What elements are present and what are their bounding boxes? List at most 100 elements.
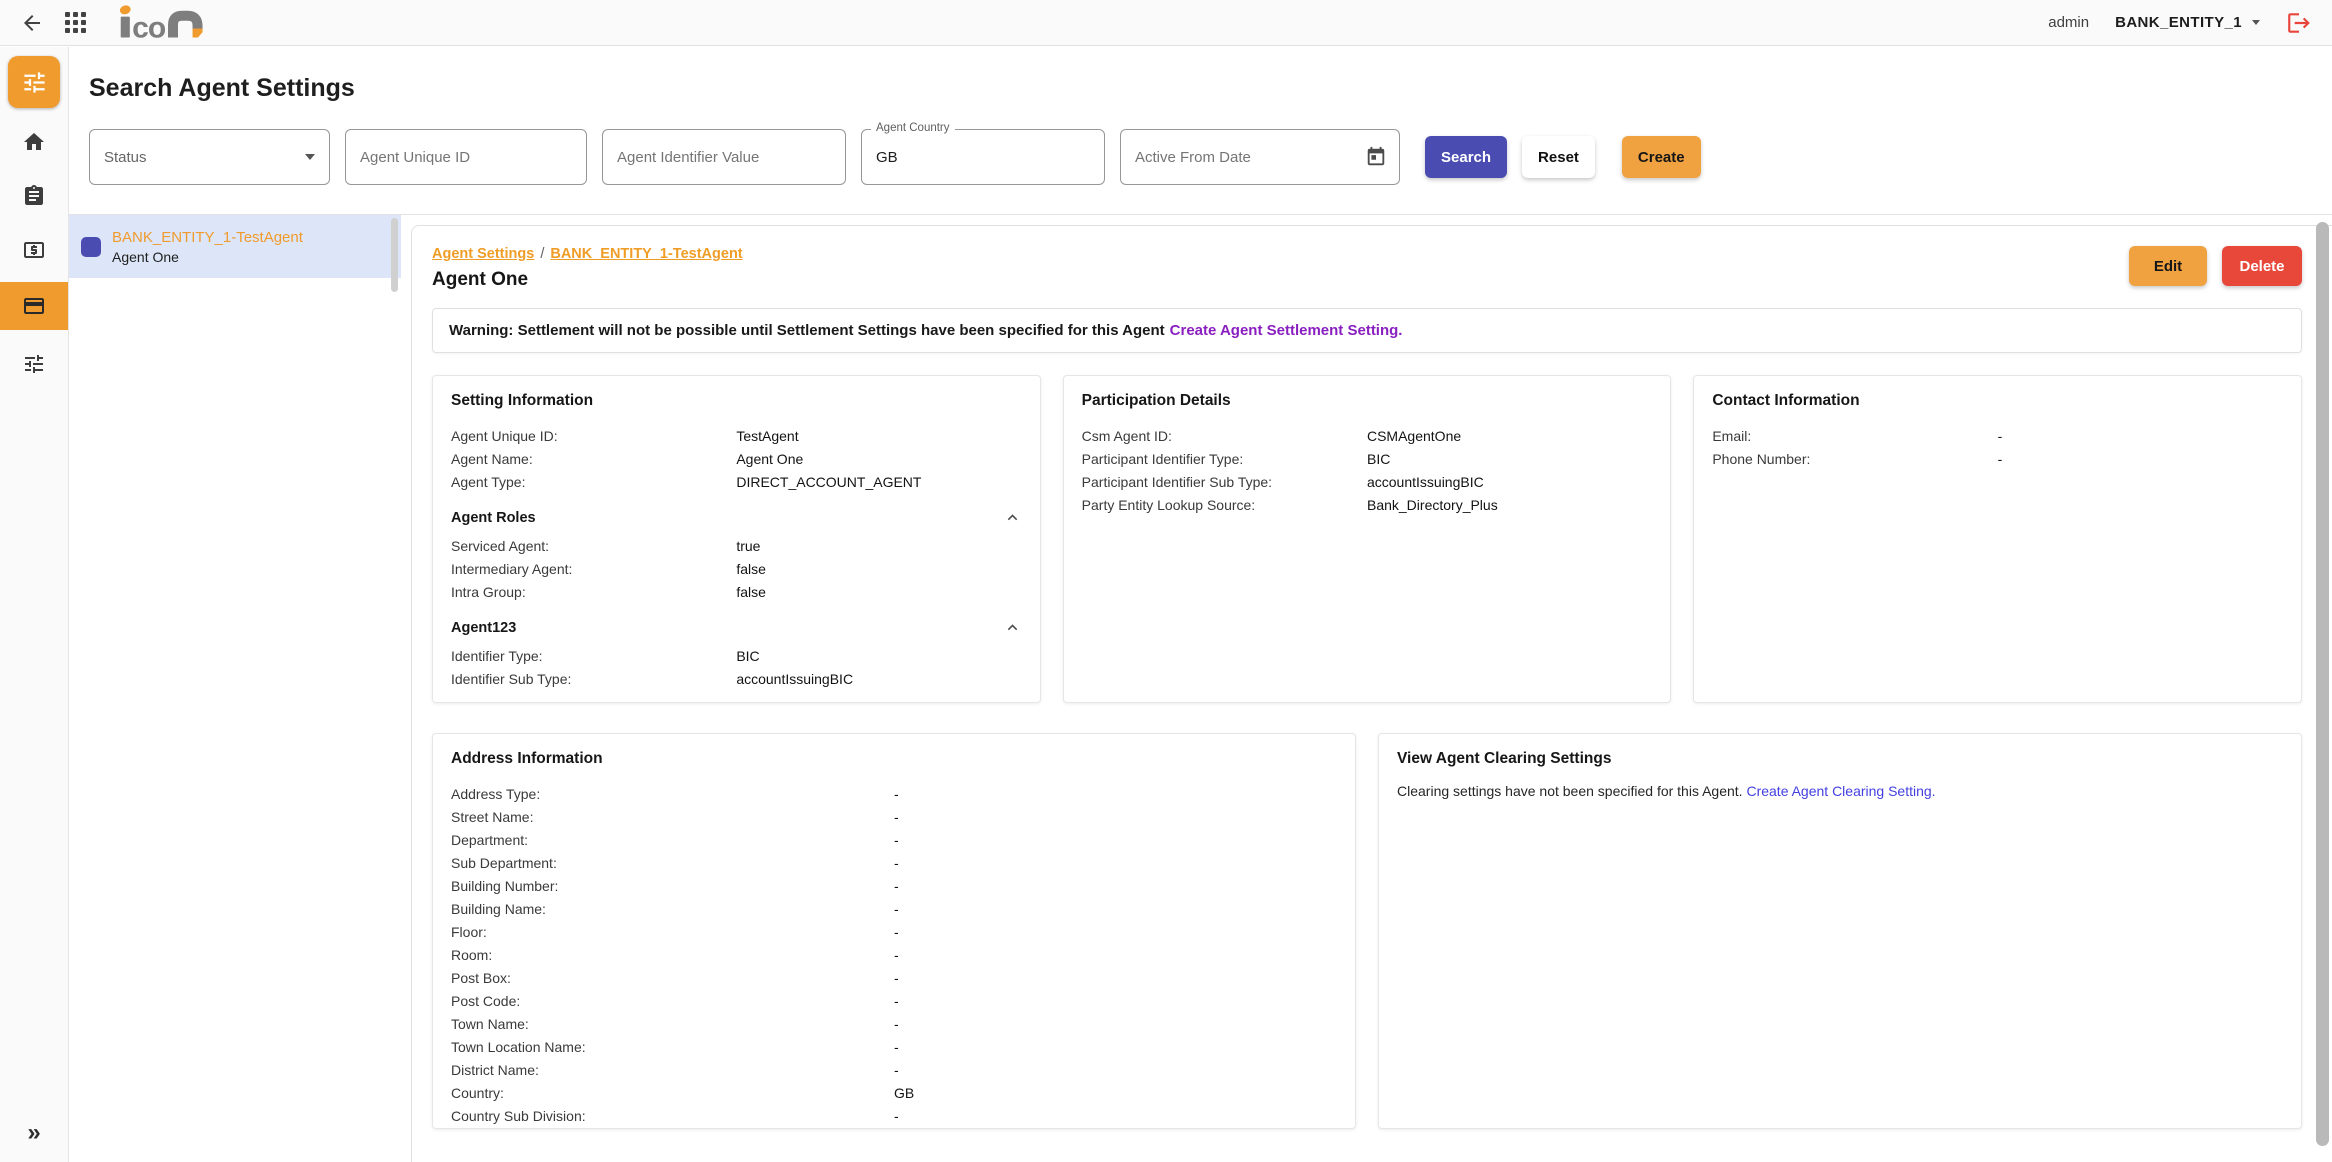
detail-row: Building Number:- [451,875,1337,898]
detail-cards-row-2: Address Information Address Type:- Stree… [432,733,2302,1129]
detail-row: Address Type:- [451,783,1337,806]
agent-list-item-name: Agent One [112,249,303,265]
contact-information-rows: Email:- Phone Number:- [1712,425,2283,471]
detail-row: Country:GB [451,1082,1337,1105]
agent-country-value: GB [876,149,898,166]
page-header: Search Agent Settings Status Agent Count… [69,47,2332,215]
detail-row: Agent Unique ID:TestAgent [451,425,1022,448]
clipboard-icon [22,184,46,208]
active-from-date-field[interactable]: Active From Date [1120,129,1400,185]
logout-button[interactable] [2286,10,2312,36]
chevron-up-icon[interactable] [1003,508,1022,527]
detail-row: Identifier Type:BIC [451,645,1022,668]
topbar-right: admin BANK_ENTITY_1 [2048,10,2312,36]
search-button[interactable]: Search [1425,136,1507,178]
logout-icon [2286,10,2312,36]
rail-item-tasks[interactable] [0,176,68,216]
detail-actions: Edit Delete [2129,246,2302,286]
card-title: Setting Information [451,392,1022,410]
back-button[interactable] [20,11,44,35]
agent-unique-id-input[interactable] [345,129,587,185]
icon-logo: co [117,3,209,43]
detail-row: Identifier Sub Type:accountIssuingBIC [451,668,1022,691]
detail-row: Serviced Agent:true [451,535,1022,558]
page-title: Search Agent Settings [89,74,2312,103]
chevron-up-icon[interactable] [1003,618,1022,637]
section-title: Agent123 [451,620,516,636]
setting-information-card: Setting Information Agent Unique ID:Test… [432,375,1041,703]
credit-card-icon [22,294,46,318]
address-information-card: Address Information Address Type:- Stree… [432,733,1356,1129]
rail-item-settings[interactable] [0,344,68,384]
warning-text: Warning: Settlement will not be possible… [449,322,1165,339]
contact-information-card: Contact Information Email:- Phone Number… [1693,375,2302,703]
results-body: BANK_ENTITY_1-TestAgent Agent One Agent … [69,215,2332,1162]
user-label: admin [2048,14,2089,31]
filter-bar: Status Agent Country GB Active From Date… [89,129,2312,185]
detail-row: Csm Agent ID:CSMAgentOne [1082,425,1653,448]
logo-letters: co [132,11,166,42]
cash-icon [22,238,46,262]
detail-row: Post Box:- [451,967,1337,990]
detail-row: Sub Department:- [451,852,1337,875]
reset-button[interactable]: Reset [1522,136,1595,178]
detail-row: Intermediary Agent:false [451,558,1022,581]
setting-information-rows: Agent Unique ID:TestAgent Agent Name:Age… [451,425,1022,494]
status-select[interactable]: Status [89,129,330,185]
entity-selector[interactable]: BANK_ENTITY_1 [2115,14,2260,31]
tune-icon [21,69,48,96]
card-title: Participation Details [1082,392,1653,410]
rail-item-payments[interactable] [0,230,68,270]
detail-cards-row-1: Setting Information Agent Unique ID:Test… [432,375,2302,703]
address-information-rows: Address Type:- Street Name:- Department:… [451,783,1337,1128]
detail-row: Town Location Name:- [451,1036,1337,1059]
agent-identifier-value-input[interactable] [602,129,846,185]
agent-list-item[interactable]: BANK_ENTITY_1-TestAgent Agent One [69,215,401,278]
agent-country-field[interactable]: Agent Country GB [861,129,1105,185]
breadcrumb: Agent Settings/BANK_ENTITY_1-TestAgent [432,246,743,262]
agent-list-item-id: BANK_ENTITY_1-TestAgent [112,229,303,246]
rail-item-home[interactable] [0,122,68,162]
card-title: Contact Information [1712,392,2283,410]
participation-details-rows: Csm Agent ID:CSMAgentOne Participant Ide… [1082,425,1653,517]
detail-row: Department:- [451,829,1337,852]
apps-menu-button[interactable] [65,12,86,33]
detail-row: Party Entity Lookup Source:Bank_Director… [1082,494,1653,517]
detail-row: Agent Type:DIRECT_ACCOUNT_AGENT [451,471,1022,494]
agent123-section-header: Agent123 [451,618,1022,637]
agent-country-label: Agent Country [871,122,955,134]
main-scrollbar[interactable] [2316,222,2329,1146]
participation-details-card: Participation Details Csm Agent ID:CSMAg… [1063,375,1672,703]
rail-item-agent-settings-active[interactable] [8,56,60,108]
app-window: co admin BANK_ENTITY_1 [0,0,2332,1162]
list-scrollbar[interactable] [391,218,398,292]
apps-grid-icon [65,12,86,33]
section-title: Agent Roles [451,510,536,526]
create-clearing-setting-link[interactable]: Create Agent Clearing Setting. [1746,783,1935,799]
create-button[interactable]: Create [1622,136,1701,178]
agent-result-list: BANK_ENTITY_1-TestAgent Agent One [69,215,401,1162]
detail-row: Agent Name:Agent One [451,448,1022,471]
edit-button[interactable]: Edit [2129,246,2207,286]
expand-sidebar-button[interactable]: » [21,1118,46,1148]
status-select-label: Status [104,149,147,166]
card-title: View Agent Clearing Settings [1397,750,2283,768]
detail-row: District Name:- [451,1059,1337,1082]
chevron-down-icon [305,154,315,160]
arrow-back-icon [20,11,44,35]
sidebar-rail: » [0,47,69,1162]
agent-roles-section-header: Agent Roles [451,508,1022,527]
breadcrumb-agent-settings-link[interactable]: Agent Settings [432,246,534,262]
breadcrumb-current-link[interactable]: BANK_ENTITY_1-TestAgent [550,246,742,262]
delete-button[interactable]: Delete [2222,246,2302,286]
clearing-settings-text: Clearing settings have not been specifie… [1397,783,1743,799]
create-settlement-setting-link[interactable]: Create Agent Settlement Setting. [1170,322,1403,339]
agent-status-dot [81,237,101,257]
detail-row: Country Sub Division:- [451,1105,1337,1128]
agent123-rows: Identifier Type:BIC Identifier Sub Type:… [451,645,1022,691]
settlement-warning-banner: Warning: Settlement will not be possible… [432,308,2302,353]
rail-item-accounts-active[interactable] [0,282,68,330]
detail-row: Room:- [451,944,1337,967]
detail-header: Agent Settings/BANK_ENTITY_1-TestAgent A… [432,246,2302,291]
calendar-icon [1365,146,1387,168]
